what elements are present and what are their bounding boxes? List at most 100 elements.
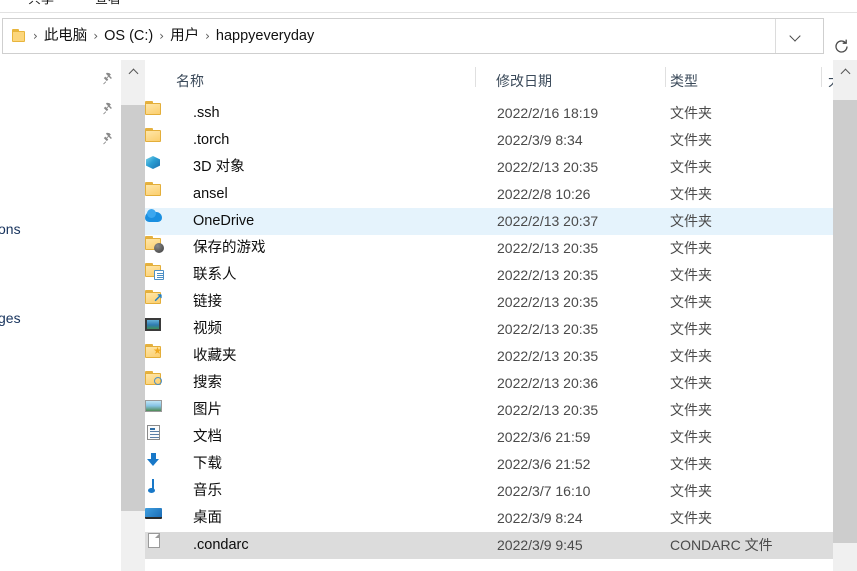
breadcrumb-separator: ›	[93, 29, 99, 43]
file-name: ansel	[193, 186, 228, 202]
file-row[interactable]: ansel 2022/2/8 10:26 文件夹	[145, 181, 833, 208]
file-name: .torch	[193, 132, 230, 148]
breadcrumb-item-happyeveryday[interactable]: happyeveryday	[211, 27, 319, 46]
folder-icon	[145, 100, 163, 117]
breadcrumb-separator: ›	[33, 29, 38, 43]
file-row[interactable]: 3D 对象 2022/2/13 20:35 文件夹	[145, 154, 833, 181]
file-name: 链接	[193, 294, 222, 310]
caret-up-icon[interactable]	[121, 60, 145, 82]
scrollbar-thumb[interactable]	[121, 105, 145, 511]
file-date-modified: 2022/2/13 20:36	[497, 375, 599, 391]
caret-up-icon[interactable]	[833, 60, 857, 82]
column-divider[interactable]	[821, 67, 822, 87]
file-type: 文件夹	[670, 456, 712, 472]
column-header-date-modified[interactable]: 修改日期	[496, 71, 552, 91]
file-date-modified: 2022/2/13 20:35	[497, 321, 599, 337]
file-date-modified: 2022/2/13 20:35	[497, 267, 599, 283]
file-explorer-window: 共享 查看 › 此电脑 › OS (C:) › 用户 › happyeveryd…	[0, 0, 857, 571]
file-type: 文件夹	[670, 267, 712, 283]
file-date-modified: 2022/3/9 8:34	[497, 132, 583, 148]
file-row[interactable]: .ssh 2022/2/16 18:19 文件夹	[145, 100, 833, 127]
file-row[interactable]: 视频 2022/2/13 20:35 文件夹	[145, 316, 833, 343]
file-row[interactable]: 音乐 2022/3/7 16:10 文件夹	[145, 478, 833, 505]
file-name: 3D 对象	[193, 159, 245, 175]
ribbon-tab-share[interactable]: 共享	[28, 0, 54, 7]
file-row[interactable]: 图片 2022/2/13 20:35 文件夹	[145, 397, 833, 424]
column-header-row: 名称 修改日期 类型 大	[145, 60, 833, 93]
file-name: 收藏夹	[193, 348, 237, 364]
documents-icon	[145, 424, 163, 441]
file-row[interactable]: 联系人 2022/2/13 20:35 文件夹	[145, 262, 833, 289]
breadcrumb-box[interactable]: › 此电脑 › OS (C:) › 用户 › happyeveryday	[2, 18, 824, 54]
ribbon-tab-view[interactable]: 查看	[95, 0, 121, 7]
file-date-modified: 2022/2/13 20:35	[497, 159, 599, 175]
file-row[interactable]: .condarc 2022/3/9 9:45 CONDARC 文件	[145, 532, 833, 559]
file-row[interactable]: 桌面 2022/3/9 8:24 文件夹	[145, 505, 833, 532]
folder-icon	[145, 181, 163, 198]
breadcrumb-separator: ›	[205, 29, 210, 43]
navigation-pane[interactable]: ons ges	[0, 60, 121, 571]
3d-objects-icon	[145, 154, 163, 171]
file-date-modified: 2022/2/16 18:19	[497, 105, 599, 121]
file-date-modified: 2022/2/13 20:37	[497, 213, 599, 229]
file-type: 文件夹	[670, 375, 712, 391]
file-name: 视频	[193, 321, 222, 337]
pin-icon[interactable]	[102, 132, 115, 145]
pin-icon[interactable]	[102, 72, 115, 85]
contacts-folder-icon	[145, 262, 164, 280]
file-row[interactable]: 收藏夹 2022/2/13 20:35 文件夹	[145, 343, 833, 370]
column-header-type[interactable]: 类型	[670, 71, 698, 91]
file-rows-container: .ssh 2022/2/16 18:19 文件夹 .torch 2022/3/9 8:3…	[145, 93, 833, 559]
file-type: 文件夹	[670, 213, 712, 229]
pin-icon[interactable]	[102, 102, 115, 115]
folder-icon	[12, 28, 29, 44]
ribbon-tab-strip: 共享 查看	[0, 0, 857, 12]
file-row[interactable]: 搜索 2022/2/13 20:36 文件夹	[145, 370, 833, 397]
file-list-scrollbar[interactable]	[833, 60, 857, 571]
column-divider[interactable]	[475, 67, 476, 87]
file-type: 文件夹	[670, 402, 712, 418]
breadcrumb-item-users[interactable]: 用户	[165, 27, 204, 46]
file-type: 文件夹	[670, 240, 712, 256]
file-name: OneDrive	[193, 213, 255, 229]
searches-folder-icon	[145, 370, 163, 387]
favorites-folder-icon	[145, 343, 163, 360]
generic-file-icon	[145, 532, 163, 549]
breadcrumb-item-os-c[interactable]: OS (C:)	[99, 27, 158, 46]
file-row[interactable]: 文档 2022/3/6 21:59 文件夹	[145, 424, 833, 451]
scrollbar-thumb[interactable]	[833, 100, 857, 543]
file-name: 文档	[193, 429, 222, 445]
desktop-icon	[145, 505, 163, 522]
music-icon	[145, 478, 163, 495]
nav-item-label-clipped-1[interactable]: ons	[0, 221, 21, 237]
breadcrumb-item-this-pc[interactable]: 此电脑	[39, 27, 93, 46]
file-row[interactable]: 保存的游戏 2022/2/13 20:35 文件夹	[145, 235, 833, 262]
file-row[interactable]: .torch 2022/3/9 8:34 文件夹	[145, 127, 833, 154]
refresh-icon[interactable]	[826, 31, 856, 61]
file-name: 联系人	[193, 267, 237, 283]
pictures-icon	[145, 397, 163, 414]
navigation-pane-scrollbar[interactable]	[121, 60, 145, 571]
folder-icon	[145, 127, 163, 144]
file-row[interactable]: 链接 2022/2/13 20:35 文件夹	[145, 289, 833, 316]
file-type: 文件夹	[670, 186, 712, 202]
nav-item-label-clipped-2[interactable]: ges	[0, 310, 21, 326]
column-header-name[interactable]: 名称	[176, 71, 204, 91]
chevron-down-icon[interactable]	[775, 19, 815, 53]
file-type: CONDARC 文件	[670, 537, 773, 553]
file-date-modified: 2022/2/13 20:35	[497, 402, 599, 418]
downloads-icon	[145, 451, 163, 468]
file-row[interactable]	[145, 93, 833, 100]
file-date-modified: 2022/3/6 21:59	[497, 429, 591, 445]
file-type: 文件夹	[670, 105, 712, 121]
file-row[interactable]: OneDrive 2022/2/13 20:37 文件夹	[145, 208, 833, 235]
file-name: 下载	[193, 456, 222, 472]
column-divider[interactable]	[665, 67, 666, 87]
file-type: 文件夹	[670, 294, 712, 310]
file-date-modified: 2022/3/9 8:24	[497, 510, 583, 526]
file-type: 文件夹	[670, 132, 712, 148]
file-date-modified: 2022/3/6 21:52	[497, 456, 591, 472]
file-row[interactable]: 下载 2022/3/6 21:52 文件夹	[145, 451, 833, 478]
onedrive-icon	[145, 208, 163, 225]
file-type: 文件夹	[670, 321, 712, 337]
